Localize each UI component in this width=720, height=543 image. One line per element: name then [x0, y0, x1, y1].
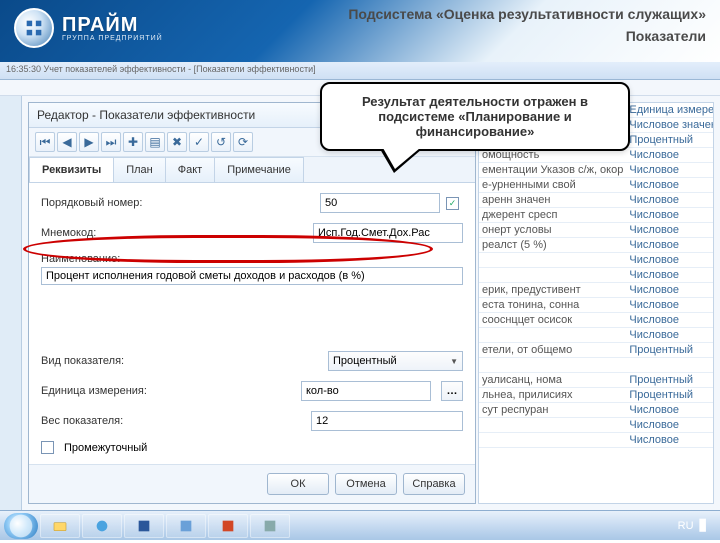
interim-checkbox[interactable]	[41, 441, 54, 454]
label-weight: Вес показателя:	[41, 415, 191, 427]
table-row[interactable]: ерик, предустивентЧисловое0,00	[479, 283, 714, 298]
window-titlebar: 16:35:30 Учет показателей эффективности …	[0, 62, 720, 80]
add-icon[interactable]: ✚	[123, 132, 143, 152]
apply-icon[interactable]: ✓	[189, 132, 209, 152]
kind-value: Процентный	[333, 355, 450, 367]
mnemo-input[interactable]	[313, 223, 463, 243]
logo-icon	[14, 8, 54, 48]
tab-note[interactable]: Примечание	[214, 157, 304, 182]
table-row[interactable]: еста тонина, соннаЧисловое0,00	[479, 298, 714, 313]
callout-text: Результат деятельности отражен в подсист…	[320, 82, 630, 151]
task-browser[interactable]	[82, 514, 122, 538]
seq-checkbox[interactable]: ✓	[446, 197, 459, 210]
table-row[interactable]: е-урненными свойЧисловое0,00	[479, 178, 714, 193]
kind-dropdown[interactable]: Процентный ▼	[328, 351, 463, 371]
table-row[interactable]: льнеа, прилисияхПроцентный0,00	[479, 388, 714, 403]
table-row[interactable]: Числовое0,00	[479, 268, 714, 283]
undo-icon[interactable]: ↺	[211, 132, 231, 152]
logo-subtitle: ГРУППА ПРЕДПРИЯТИЙ	[62, 35, 163, 42]
page-subtitle: Показатели	[348, 28, 706, 44]
page-title: Подсистема «Оценка результативности служ…	[348, 6, 706, 22]
callout-tail	[380, 149, 422, 173]
table-row[interactable]: 0,00	[479, 358, 714, 373]
system-tray[interactable]: RU ▊	[678, 519, 716, 532]
table-row[interactable]: Числовое0,00	[479, 433, 714, 448]
left-gutter	[0, 96, 22, 510]
name-input[interactable]: Процент исполнения годовой сметы доходов…	[41, 267, 463, 285]
table-row[interactable]: уалисанц, номаПроцентный0,00	[479, 373, 714, 388]
grid-panel[interactable]: Наименование показателяЕдиница измерения…	[478, 102, 714, 504]
tray-lang[interactable]: RU	[678, 520, 694, 532]
label-mnemo: Мнемокод:	[41, 227, 191, 239]
label-kind: Вид показателя:	[41, 355, 191, 367]
task-misc[interactable]	[250, 514, 290, 538]
task-word[interactable]	[124, 514, 164, 538]
table-row[interactable]: ементации Указов с/ж, окорЧисловое0,00	[479, 163, 714, 178]
unit-lookup-button[interactable]: …	[441, 381, 463, 401]
first-icon[interactable]: ⏮	[35, 132, 55, 152]
table-row[interactable]: аренн значенЧисловое0,00	[479, 193, 714, 208]
weight-input[interactable]	[311, 411, 463, 431]
task-app[interactable]	[166, 514, 206, 538]
delete-icon[interactable]: ✖	[167, 132, 187, 152]
unit-input[interactable]	[301, 381, 431, 401]
table-row[interactable]: сооснццет осисокЧисловое0,00	[479, 313, 714, 328]
callout: Результат деятельности отражен в подсист…	[320, 82, 630, 151]
dialog-buttons: ОК Отмена Справка	[29, 464, 475, 503]
refresh-icon[interactable]: ⟳	[233, 132, 253, 152]
tray-net-icon[interactable]: ▊	[700, 519, 708, 532]
ok-button[interactable]: ОК	[267, 473, 329, 495]
tab-plan[interactable]: План	[113, 157, 166, 182]
indicators-table: Наименование показателяЕдиница измерения…	[479, 103, 714, 448]
logo-text: ПРАЙМ	[62, 14, 163, 37]
form: Порядковый номер: ✓ Мнемокод: Наименован…	[29, 183, 475, 464]
next-icon[interactable]: ▶	[79, 132, 99, 152]
taskbar[interactable]: RU ▊	[0, 510, 720, 540]
table-row[interactable]: Числовое0,00	[479, 253, 714, 268]
label-name: Наименование:	[41, 253, 463, 265]
task-explorer[interactable]	[40, 514, 80, 538]
task-pp[interactable]	[208, 514, 248, 538]
table-row[interactable]: сут респуранЧисловое0,00	[479, 403, 714, 418]
last-icon[interactable]: ⏭	[101, 132, 121, 152]
label-seq: Порядковый номер:	[41, 197, 191, 209]
table-row[interactable]: Числовое1 000,00	[479, 328, 714, 343]
table-row[interactable]: етели, от общемоПроцентный0,00	[479, 343, 714, 358]
tab-fact[interactable]: Факт	[165, 157, 215, 182]
prev-icon[interactable]: ◀	[57, 132, 77, 152]
table-row[interactable]: джерент среспЧисловое0,00	[479, 208, 714, 223]
table-row[interactable]: Числовое0,00	[479, 418, 714, 433]
table-row[interactable]: реалст (5 %)Числовое0,00	[479, 238, 714, 253]
slide-header: ПРАЙМ ГРУППА ПРЕДПРИЯТИЙ Подсистема «Оце…	[0, 0, 720, 62]
tab-requisites[interactable]: Реквизиты	[29, 157, 114, 182]
table-row[interactable]: онерт условыЧисловое0,00	[479, 223, 714, 238]
form-icon[interactable]: ▤	[145, 132, 165, 152]
label-unit: Единица измерения:	[41, 385, 191, 397]
label-interim: Промежуточный	[64, 442, 147, 454]
menu-item[interactable]	[8, 82, 11, 93]
seq-input[interactable]	[320, 193, 440, 213]
chevron-down-icon: ▼	[450, 357, 458, 366]
cancel-button[interactable]: Отмена	[335, 473, 397, 495]
start-button[interactable]	[4, 513, 38, 539]
help-button[interactable]: Справка	[403, 473, 465, 495]
